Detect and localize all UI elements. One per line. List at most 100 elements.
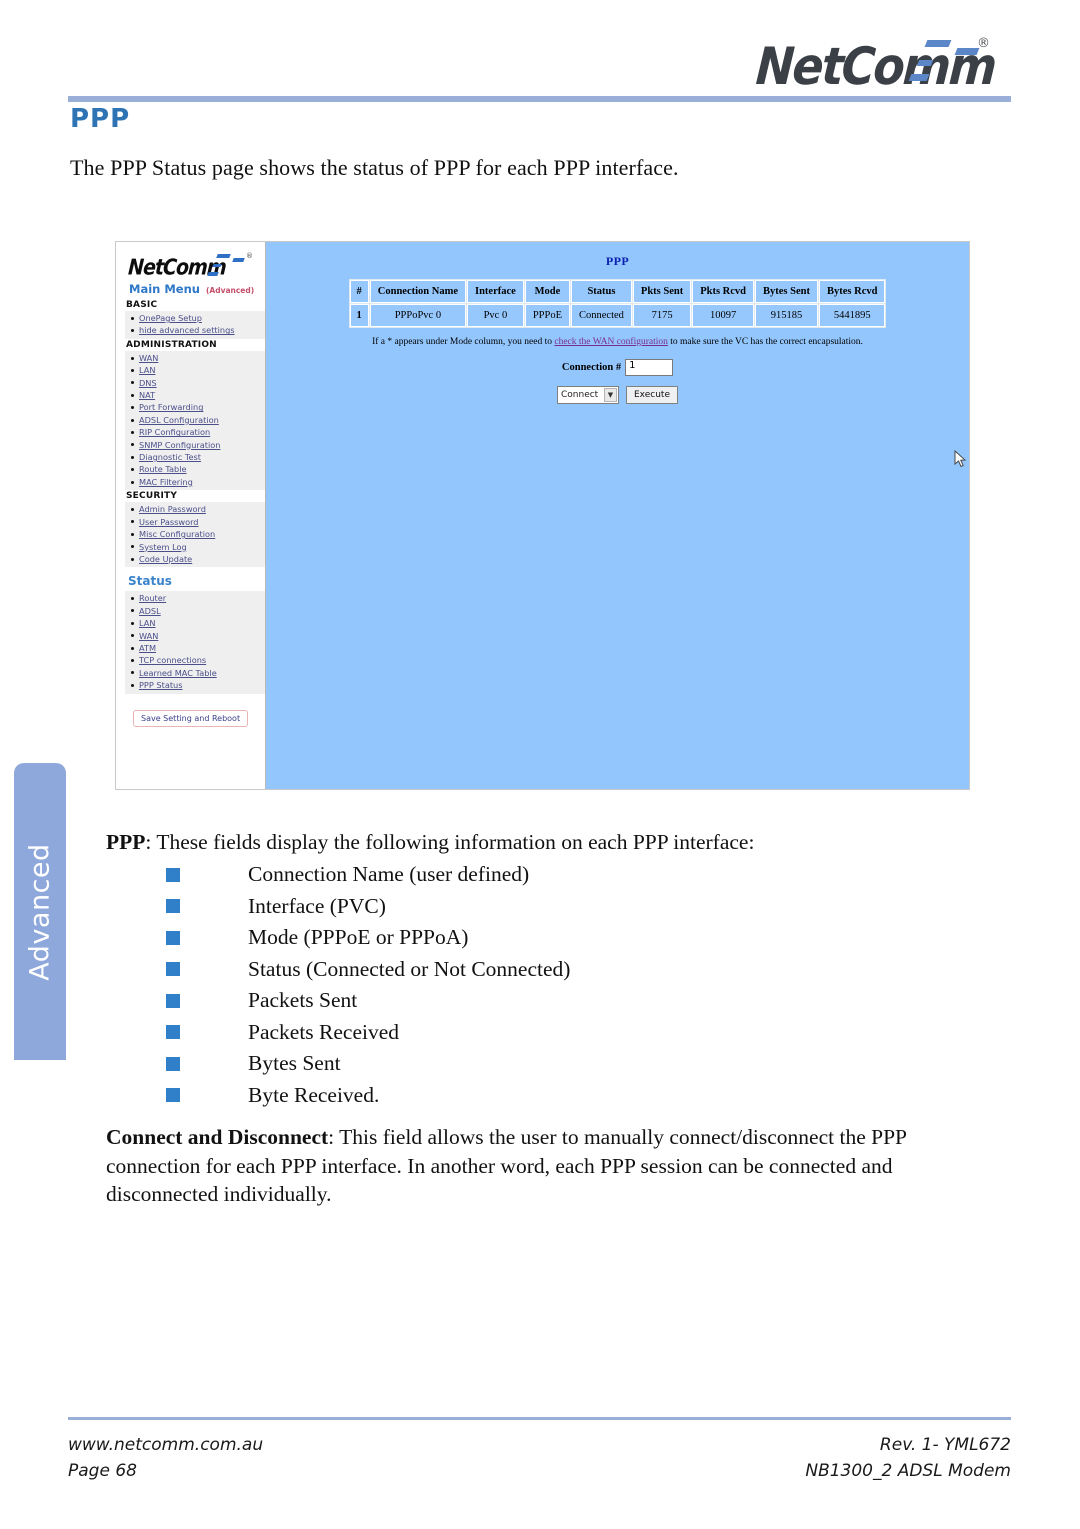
- connection-number-row: Connection # 1: [266, 359, 969, 376]
- save-setting-and-reboot-button[interactable]: Save Setting and Reboot: [133, 709, 249, 727]
- router-main-menu-tag: (Advanced): [205, 286, 255, 295]
- router-menu-item-link[interactable]: DNS: [139, 377, 157, 389]
- router-menu-item-link[interactable]: ADSL Configuration: [139, 414, 219, 426]
- table-column-header: Pkts Sent: [632, 280, 692, 303]
- router-menu-item[interactable]: Admin Password: [125, 503, 265, 515]
- table-column-header: Connection Name: [369, 280, 466, 303]
- table-row: 1 PPPoPvc 0 Pvc 0 PPPoE Connected 7175 10097 91…: [349, 304, 886, 327]
- router-menu-item-link[interactable]: WAN: [139, 352, 158, 364]
- router-status-item-link[interactable]: LAN: [139, 617, 155, 629]
- router-menu-item-link[interactable]: Misc Configuration: [139, 528, 215, 540]
- router-status-item-link[interactable]: Learned MAC Table: [139, 667, 217, 679]
- footer-divider: [68, 1417, 1011, 1420]
- header-divider: [68, 96, 1011, 102]
- bullet-icon: [131, 430, 134, 434]
- bullet-icon: [131, 418, 134, 422]
- list-item-label: Packets Received: [248, 1019, 400, 1044]
- router-menu-item[interactable]: Port Forwarding: [125, 401, 265, 413]
- execute-button[interactable]: Execute: [626, 386, 678, 404]
- connection-number-input[interactable]: 1: [625, 359, 674, 376]
- list-item-label: Bytes Sent: [248, 1051, 341, 1075]
- footer-website: www.netcomm.com.au: [68, 1435, 264, 1455]
- check-wan-configuration-link[interactable]: check the WAN configuration: [554, 337, 668, 347]
- connect-action-select[interactable]: Connect ▼: [557, 386, 619, 404]
- router-menu-item-link[interactable]: User Password: [139, 516, 199, 528]
- router-status-item[interactable]: ATM: [125, 642, 265, 654]
- router-menu-item[interactable]: NAT: [125, 389, 265, 401]
- table-column-header: Pkts Rcvd: [692, 280, 755, 303]
- router-status-item[interactable]: PPP Status: [125, 679, 265, 691]
- router-menu-item-link[interactable]: MAC Filtering: [139, 476, 193, 488]
- body-content: PPP: These fields display the following …: [70, 830, 1000, 1209]
- router-status-item-link[interactable]: ADSL: [139, 605, 161, 617]
- router-status-item[interactable]: LAN: [125, 617, 265, 629]
- router-menu-group-heading: SECURITY: [126, 491, 178, 502]
- bullet-icon: [131, 368, 134, 372]
- router-menu-item[interactable]: WAN: [125, 352, 265, 364]
- router-menu-item-link[interactable]: NAT: [139, 389, 155, 401]
- router-menu-item[interactable]: User Password: [125, 516, 265, 528]
- router-menu-item[interactable]: ADSL Configuration: [125, 414, 265, 426]
- router-menu-item[interactable]: SNMP Configuration: [125, 439, 265, 451]
- bullet-icon: [131, 316, 134, 320]
- router-menu-item[interactable]: hide advanced settings: [125, 324, 265, 336]
- router-menu-item[interactable]: MAC Filtering: [125, 476, 265, 488]
- router-menu-item-link[interactable]: Code Update: [139, 553, 192, 565]
- router-status-item-link[interactable]: ATM: [139, 642, 156, 654]
- router-menu-item-link[interactable]: Admin Password: [139, 503, 206, 515]
- router-menu-item-link[interactable]: OnePage Setup: [139, 312, 202, 324]
- bullet-icon: [131, 557, 134, 561]
- logo-dash-icon: [212, 264, 222, 267]
- router-status-item-link[interactable]: PPP Status: [139, 679, 183, 691]
- router-status-item[interactable]: ADSL: [125, 605, 265, 617]
- router-menu-item[interactable]: Code Update: [125, 553, 265, 565]
- table-column-header: Bytes Rcvd: [818, 280, 886, 303]
- router-menu-item-link[interactable]: Route Table: [139, 463, 187, 475]
- router-status-item-link[interactable]: Router: [139, 592, 166, 604]
- bullet-icon: [131, 520, 134, 524]
- router-menu-item[interactable]: OnePage Setup: [125, 312, 265, 324]
- table-cell: 1: [349, 304, 369, 327]
- router-menu-item-link[interactable]: Port Forwarding: [139, 401, 203, 413]
- router-menu-item-link[interactable]: System Log: [139, 541, 187, 553]
- logo-dash-icon: [216, 254, 231, 258]
- bullet-icon: [131, 329, 134, 333]
- list-item: Connection Name (user defined): [70, 859, 1000, 891]
- ppp-fields-lead-bold: PPP: [106, 830, 146, 854]
- router-menu-item[interactable]: Diagnostic Test: [125, 451, 265, 463]
- bullet-icon: [131, 381, 134, 385]
- registered-mark-icon: ®: [977, 36, 990, 51]
- router-menu-item-link[interactable]: LAN: [139, 364, 155, 376]
- bullet-icon: [131, 356, 134, 360]
- router-menu-item-link[interactable]: SNMP Configuration: [139, 439, 220, 451]
- router-status-item[interactable]: TCP connections: [125, 654, 265, 666]
- router-status-item-link[interactable]: WAN: [139, 630, 158, 642]
- list-item: Status (Connected or Not Connected): [70, 954, 1000, 986]
- router-menu-item[interactable]: Misc Configuration: [125, 528, 265, 540]
- note-text-post: to make sure the VC has the correct enca…: [667, 337, 863, 347]
- router-menu-item-link[interactable]: RIP Configuration: [139, 426, 210, 438]
- connect-disconnect-paragraph: Connect and Disconnect: This field allow…: [106, 1123, 1000, 1209]
- router-menu-item[interactable]: LAN: [125, 364, 265, 376]
- ppp-status-table: # Connection Name Interface Mode Status Pkts …: [348, 279, 887, 328]
- list-item-label: Byte Received.: [248, 1082, 380, 1107]
- bullet-icon: [131, 468, 134, 472]
- router-status-item-link[interactable]: TCP connections: [139, 654, 206, 666]
- router-menu-item[interactable]: DNS: [125, 377, 265, 389]
- chevron-down-icon[interactable]: ▼: [604, 388, 617, 402]
- router-menu-item[interactable]: Route Table: [125, 463, 265, 475]
- ppp-fields-lead: PPP: These fields display the following …: [106, 830, 1000, 855]
- table-header-row: # Connection Name Interface Mode Status Pkts …: [349, 280, 886, 303]
- router-menu-item[interactable]: RIP Configuration: [125, 426, 265, 438]
- logo-dash-icon: [207, 272, 219, 276]
- router-menu-item-link[interactable]: Diagnostic Test: [139, 451, 201, 463]
- router-status-item[interactable]: WAN: [125, 630, 265, 642]
- router-menu-item[interactable]: System Log: [125, 541, 265, 553]
- router-status-item[interactable]: Learned MAC Table: [125, 667, 265, 679]
- registered-mark-icon: ®: [246, 252, 253, 260]
- router-logo-wordmark: NetComm: [127, 255, 227, 281]
- router-status-item[interactable]: Router: [125, 592, 265, 604]
- router-status-heading: Status: [128, 574, 172, 589]
- footer-page-number: Page 68: [68, 1461, 137, 1481]
- router-menu-item-link[interactable]: hide advanced settings: [139, 324, 235, 336]
